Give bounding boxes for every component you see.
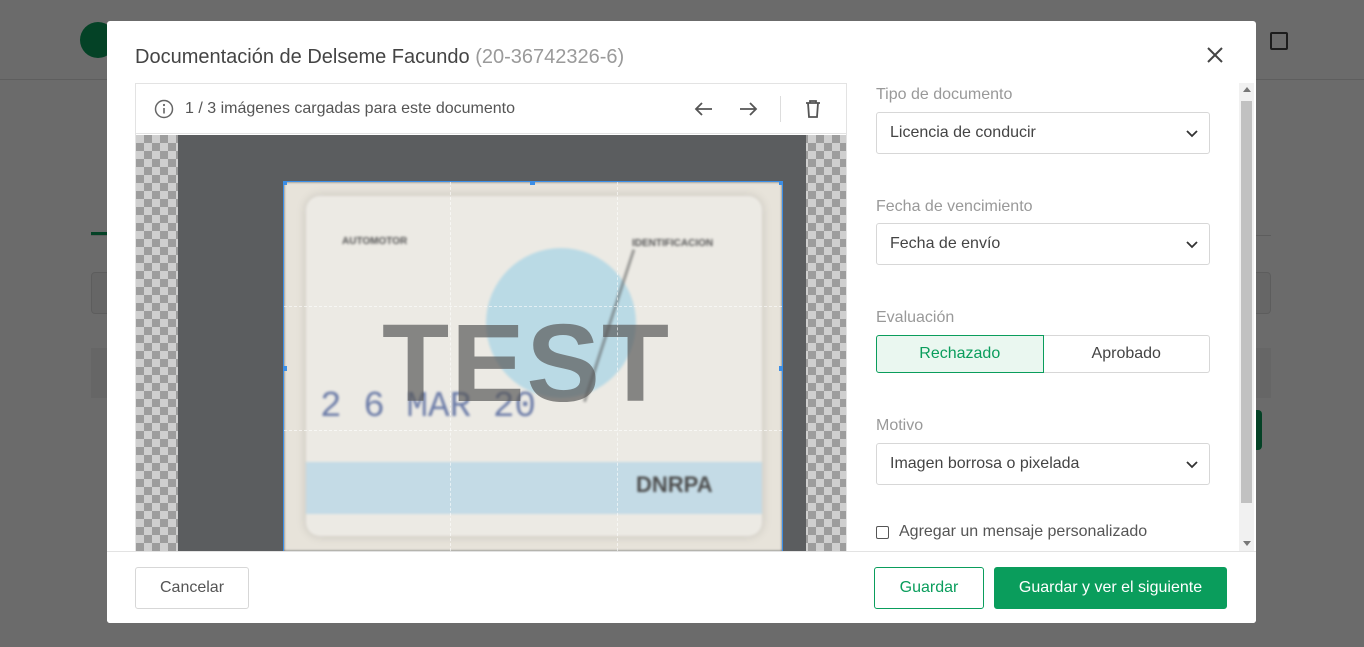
crop-grid-line (284, 430, 782, 431)
trash-icon (806, 100, 820, 118)
chevron-down-icon (1186, 130, 1198, 138)
document-photo: AUTOMOTOR IDENTIFICACION 2 6 MAR 20 DNRP… (178, 135, 806, 551)
scroll-thumb[interactable] (1241, 101, 1252, 503)
close-button[interactable] (1203, 43, 1227, 67)
crop-area[interactable]: AUTOMOTOR IDENTIFICACION 2 6 MAR 20 DNRP… (283, 181, 783, 551)
watermark-text: TEST (382, 302, 672, 425)
custom-message-checkbox[interactable] (876, 525, 889, 539)
save-button[interactable]: Guardar (874, 567, 984, 609)
license-header-right: IDENTIFICACION (632, 238, 714, 249)
custom-message-row[interactable]: Agregar un mensaje personalizado (876, 523, 1147, 541)
crop-handle[interactable] (284, 366, 287, 371)
crop-handle[interactable] (284, 182, 287, 185)
modal-title-cuit: (20-36742326-6) (475, 46, 625, 68)
toolbar-separator (780, 96, 781, 122)
form-scrollbar[interactable] (1239, 83, 1254, 551)
previous-image-button[interactable] (692, 97, 716, 121)
aprobado-option[interactable]: Aprobado (1043, 335, 1210, 373)
motivo-label: Motivo (876, 417, 924, 434)
fecha-vencimiento-select[interactable]: Fecha de envío (876, 223, 1210, 265)
scroll-up-arrow-icon[interactable] (1243, 87, 1251, 92)
custom-message-label: Agregar un mensaje personalizado (899, 523, 1148, 540)
modal-title-name: Documentación de Delseme Facundo (135, 46, 470, 68)
evaluacion-label: Evaluación (876, 309, 955, 326)
image-canvas[interactable]: AUTOMOTOR IDENTIFICACION 2 6 MAR 20 DNRP… (136, 135, 846, 551)
crop-grid-line (617, 182, 618, 551)
document-modal: Documentación de Delseme Facundo (20-367… (107, 21, 1256, 623)
motivo-select[interactable]: Imagen borrosa o pixelada (876, 443, 1210, 485)
viewer-toolbar: 1 / 3 imágenes cargadas para este docume… (136, 84, 846, 134)
license-header-left: AUTOMOTOR (342, 236, 408, 247)
scroll-down-arrow-icon[interactable] (1243, 541, 1251, 546)
next-image-button[interactable] (736, 97, 760, 121)
fecha-vencimiento-value: Fecha de envío (890, 235, 1001, 252)
delete-image-button[interactable] (801, 97, 825, 121)
document-form: Tipo de documento Licencia de conducir F… (876, 83, 1210, 551)
license-brand: DNRPA (636, 472, 713, 497)
image-viewer: 1 / 3 imágenes cargadas para este docume… (135, 83, 847, 551)
modal-footer: Cancelar Guardar Guardar y ver el siguie… (107, 551, 1256, 623)
tipo-documento-value: Licencia de conducir (890, 124, 1036, 141)
tipo-documento-select[interactable]: Licencia de conducir (876, 112, 1210, 154)
info-icon (154, 99, 174, 119)
crop-grid-line (284, 306, 782, 307)
arrow-left-icon (694, 102, 712, 116)
crop-grid-line (450, 182, 451, 551)
arrow-right-icon (740, 102, 758, 116)
rechazado-option[interactable]: Rechazado (876, 335, 1044, 373)
modal-title: Documentación de Delseme Facundo (20-367… (135, 46, 624, 69)
crop-handle[interactable] (779, 366, 782, 371)
tipo-documento-label: Tipo de documento (876, 86, 1013, 103)
image-count-text: 1 / 3 imágenes cargadas para este docume… (185, 100, 515, 117)
close-icon (1207, 47, 1223, 63)
fecha-vencimiento-label: Fecha de vencimiento (876, 198, 1033, 215)
chevron-down-icon (1186, 241, 1198, 249)
evaluacion-toggle: Rechazado Aprobado (876, 335, 1210, 373)
chevron-down-icon (1186, 461, 1198, 469)
cancel-button[interactable]: Cancelar (135, 567, 249, 609)
crop-handle[interactable] (530, 182, 535, 185)
motivo-value: Imagen borrosa o pixelada (890, 455, 1080, 472)
crop-handle[interactable] (779, 182, 782, 185)
save-and-next-button[interactable]: Guardar y ver el siguiente (994, 567, 1227, 609)
